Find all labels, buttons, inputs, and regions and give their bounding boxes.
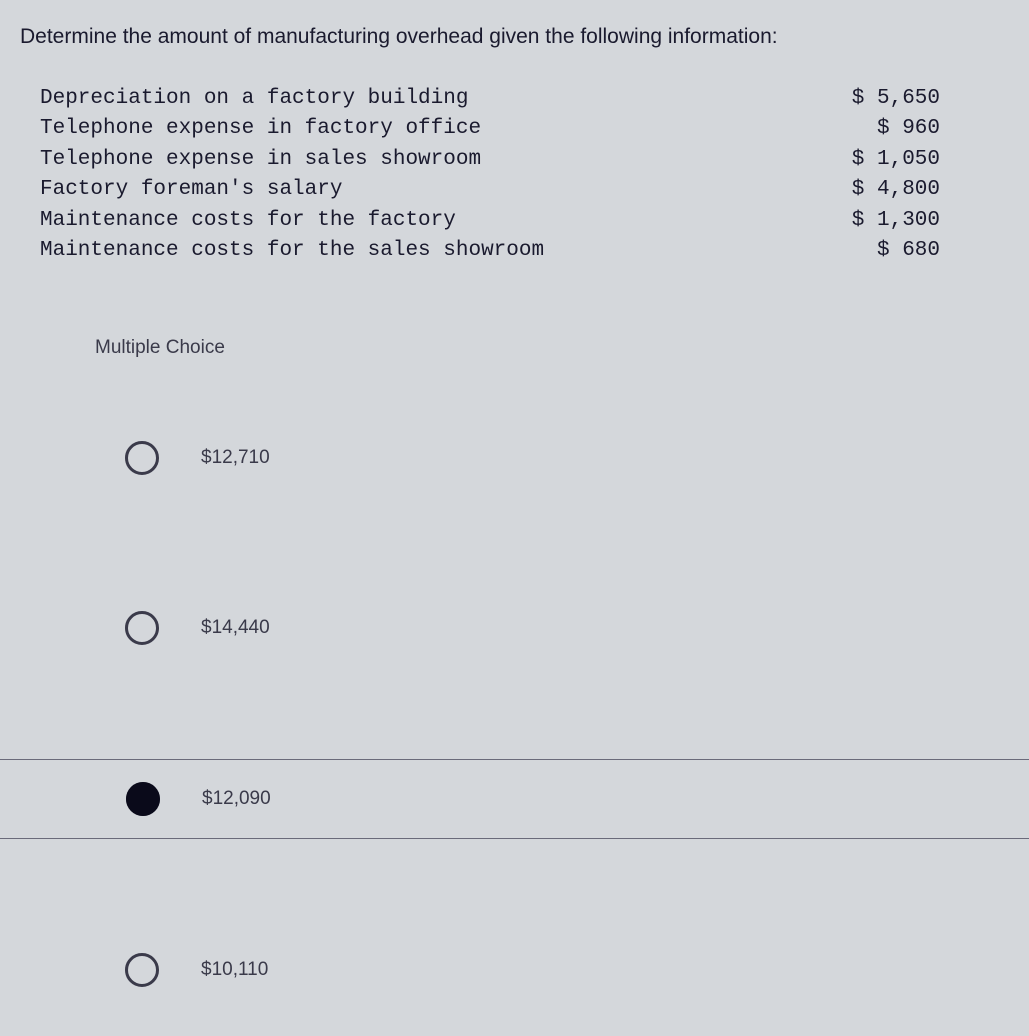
row-amount: $ 680: [820, 236, 940, 266]
multiple-choice-label: Multiple Choice: [95, 337, 1009, 359]
radio-icon[interactable]: [125, 441, 159, 475]
table-row: Maintenance costs for the factory $ 1,30…: [40, 206, 940, 236]
choice-label: $14,440: [201, 617, 270, 639]
choice-option[interactable]: $10,110: [95, 931, 1009, 1009]
row-desc: Depreciation on a factory building: [40, 84, 468, 114]
choice-option[interactable]: $14,440: [95, 589, 1009, 667]
row-amount: $ 960: [820, 114, 940, 144]
choice-option-selected[interactable]: $12,090: [0, 759, 1029, 839]
table-row: Factory foreman's salary $ 4,800: [40, 175, 940, 205]
table-row: Telephone expense in sales showroom $ 1,…: [40, 145, 940, 175]
choice-label: $12,090: [202, 788, 271, 810]
radio-icon[interactable]: [125, 611, 159, 645]
data-table: Depreciation on a factory building $ 5,6…: [40, 84, 1009, 267]
row-desc: Maintenance costs for the factory: [40, 206, 456, 236]
row-desc: Maintenance costs for the sales showroom: [40, 236, 544, 266]
row-amount: $ 1,300: [820, 206, 940, 236]
choice-option[interactable]: $12,710: [95, 419, 1009, 497]
table-row: Maintenance costs for the sales showroom…: [40, 236, 940, 266]
table-row: Depreciation on a factory building $ 5,6…: [40, 84, 940, 114]
question-title: Determine the amount of manufacturing ov…: [20, 25, 1009, 49]
table-row: Telephone expense in factory office $ 96…: [40, 114, 940, 144]
radio-icon-selected[interactable]: [126, 782, 160, 816]
choice-label: $10,110: [201, 959, 268, 981]
choice-label: $12,710: [201, 447, 270, 469]
row-amount: $ 1,050: [820, 145, 940, 175]
row-desc: Telephone expense in sales showroom: [40, 145, 481, 175]
row-amount: $ 5,650: [820, 84, 940, 114]
radio-icon[interactable]: [125, 953, 159, 987]
row-amount: $ 4,800: [820, 175, 940, 205]
row-desc: Factory foreman's salary: [40, 175, 342, 205]
row-desc: Telephone expense in factory office: [40, 114, 481, 144]
